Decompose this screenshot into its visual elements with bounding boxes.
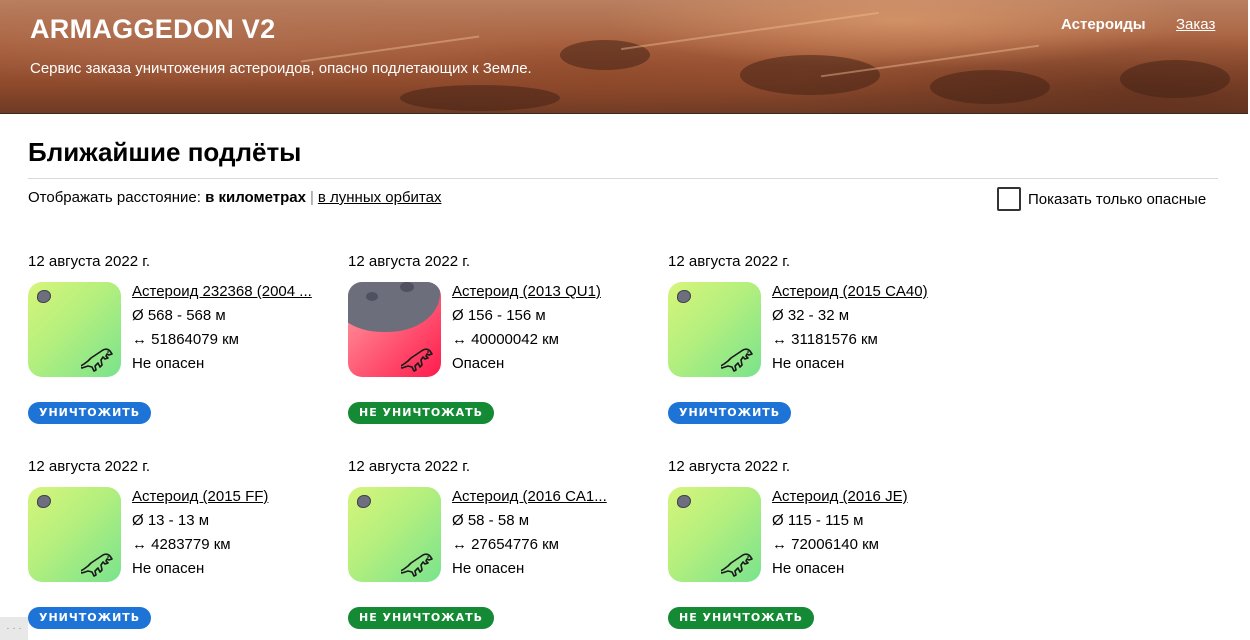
asteroid-distance: ↔ 31181576 км: [772, 331, 878, 348]
asteroid-icon: [677, 290, 691, 303]
destroy-button[interactable]: УНИЧТОЖИТЬ: [668, 402, 792, 424]
asteroid-diameter: Ø 58 - 58 м: [452, 512, 530, 529]
asteroid-distance: ↔ 51864079 км: [132, 331, 239, 348]
destroy-button[interactable]: УНИЧТОЖИТЬ: [28, 402, 152, 424]
asteroid-card: 12 августа 2022 г. Астероид (2015 FF) Ø 13…: [28, 458, 328, 640]
asteroid-thumbnail: [668, 487, 761, 582]
hazard-status: Не опасен: [132, 560, 205, 577]
site-logo[interactable]: ARMAGGEDON V2: [30, 14, 275, 45]
keep-button[interactable]: НЕ УНИЧТОЖАТЬ: [348, 402, 495, 424]
approach-date: 12 августа 2022 г.: [668, 253, 791, 270]
distance-km-option[interactable]: в километрах: [205, 189, 306, 206]
asteroid-diameter: Ø 13 - 13 м: [132, 512, 210, 529]
asteroid-icon: [677, 495, 691, 508]
asteroid-diameter: Ø 115 - 115 м: [772, 512, 864, 529]
asteroid-icon: [348, 282, 440, 332]
hazard-status: Не опасен: [772, 355, 845, 372]
asteroid-name-link[interactable]: Астероид (2016 CA1...: [452, 488, 632, 505]
dinosaur-icon: [78, 347, 117, 375]
asteroid-icon: [357, 495, 371, 508]
asteroid-name-link[interactable]: Астероид (2015 CA40): [772, 283, 952, 300]
asteroid-name-link[interactable]: Астероид (2015 FF): [132, 488, 312, 505]
asteroid-name-link[interactable]: Астероид (2013 QU1): [452, 283, 632, 300]
dinosaur-icon: [78, 552, 117, 580]
distance-lunar-option[interactable]: в лунных орбитах: [318, 189, 442, 206]
header-rock: [1120, 60, 1230, 98]
site-header: ARMAGGEDON V2 Сервис заказа уничтожения …: [0, 0, 1248, 114]
asteroid-diameter: Ø 32 - 32 м: [772, 307, 850, 324]
asteroid-name-link[interactable]: Астероид (2016 JE): [772, 488, 952, 505]
checkbox-icon[interactable]: [997, 187, 1021, 211]
dinosaur-icon: [398, 552, 437, 580]
approach-date: 12 августа 2022 г.: [28, 458, 151, 475]
divider: [28, 178, 1218, 179]
resize-handle[interactable]: · · ·: [0, 617, 28, 640]
asteroid-distance: ↔ 40000042 км: [452, 331, 559, 348]
asteroid-distance: ↔ 72006140 км: [772, 536, 879, 553]
header-ridge: [621, 11, 879, 51]
dinosaur-icon: [718, 347, 757, 375]
asteroid-icon: [37, 495, 51, 508]
header-rock: [560, 40, 650, 70]
asteroid-thumbnail: [348, 487, 441, 582]
site-subtitle: Сервис заказа уничтожения астероидов, оп…: [30, 60, 532, 77]
header-rock: [740, 55, 880, 95]
hazard-status: Опасен: [452, 355, 505, 372]
asteroid-card: 12 августа 2022 г. Астероид (2015 CA40) Ø …: [668, 253, 968, 443]
asteroid-distance: ↔ 27654776 км: [452, 536, 559, 553]
header-rock: [930, 70, 1050, 104]
approach-date: 12 августа 2022 г.: [348, 253, 471, 270]
asteroid-card: 12 августа 2022 г. Астероид (2016 JE) Ø 11…: [668, 458, 968, 640]
page-title: Ближайшие подлёты: [28, 137, 302, 167]
asteroid-thumbnail: [348, 282, 441, 377]
asteroid-card: 12 августа 2022 г. Астероид 232368 (2004 …: [28, 253, 328, 443]
keep-button[interactable]: НЕ УНИЧТОЖАТЬ: [348, 607, 495, 629]
distance-label: Отображать расстояние:: [28, 189, 201, 206]
nav-order-link[interactable]: Заказ: [1176, 16, 1215, 33]
approach-date: 12 августа 2022 г.: [28, 253, 151, 270]
asteroid-card: 12 августа 2022 г. Астероид (2013 QU1) Ø 1…: [348, 253, 648, 443]
asteroid-thumbnail: [668, 282, 761, 377]
asteroid-name-link[interactable]: Астероид 232368 (2004 ...: [132, 283, 312, 300]
header-ridge: [300, 35, 480, 63]
destroy-button[interactable]: УНИЧТОЖИТЬ: [28, 607, 152, 629]
hazard-status: Не опасен: [772, 560, 845, 577]
asteroid-thumbnail: [28, 282, 121, 377]
dinosaur-icon: [398, 347, 437, 375]
asteroid-diameter: Ø 156 - 156 м: [452, 307, 546, 324]
distance-separator: |: [309, 189, 314, 206]
dinosaur-icon: [718, 552, 757, 580]
approach-date: 12 августа 2022 г.: [668, 458, 791, 475]
nav-asteroids-link[interactable]: Астероиды: [1061, 16, 1146, 33]
asteroid-icon: [37, 290, 51, 303]
approach-date: 12 августа 2022 г.: [348, 458, 471, 475]
asteroid-diameter: Ø 568 - 568 м: [132, 307, 226, 324]
hazard-status: Не опасен: [132, 355, 205, 372]
header-rock: [400, 85, 560, 111]
asteroid-distance: ↔ 4283779 км: [132, 536, 231, 553]
asteroid-card: 12 августа 2022 г. Астероид (2016 CA1... Ø…: [348, 458, 648, 640]
keep-button[interactable]: НЕ УНИЧТОЖАТЬ: [668, 607, 815, 629]
hazard-status: Не опасен: [452, 560, 525, 577]
asteroid-thumbnail: [28, 487, 121, 582]
danger-filter[interactable]: Показать только опасные: [997, 187, 1206, 211]
distance-unit-switch: Отображать расстояние: в километрах | в лу…: [28, 189, 441, 206]
danger-filter-label[interactable]: Показать только опасные: [1028, 191, 1206, 208]
